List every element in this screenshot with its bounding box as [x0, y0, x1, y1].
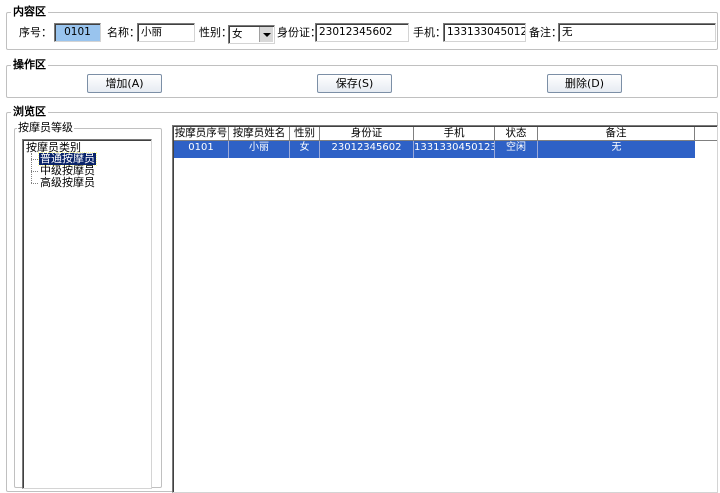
phone-field[interactable]: 1331330450123: [443, 23, 526, 42]
save-button[interactable]: 保存(S): [317, 74, 392, 93]
content-section-title: 内容区: [11, 5, 48, 19]
name-label: 名称：: [107, 26, 140, 39]
column-header-name[interactable]: 按摩员姓名: [229, 127, 290, 141]
column-header-status[interactable]: 状态: [495, 127, 538, 141]
table-cell-status: 空闲: [495, 141, 538, 158]
table-cell-name: 小丽: [229, 141, 290, 158]
table-row[interactable]: 0101 小丽 女 23012345602 1331330450123 空闲 无: [174, 141, 695, 158]
gender-select[interactable]: 女: [228, 25, 275, 44]
browse-section-title: 浏览区: [11, 105, 48, 119]
idcard-field[interactable]: 23012345602: [315, 23, 409, 42]
column-header-seq[interactable]: 按摩员序号: [174, 127, 229, 141]
tree-connector-line: [31, 171, 38, 172]
column-header-filler: [695, 127, 717, 141]
table-cell-seq: 0101: [174, 141, 229, 158]
level-group: 按摩员等级 按摩员类别 普通按摩员 中级按摩员 高级按摩员: [14, 121, 162, 489]
content-section: 内容区 序号： 0101 名称： 小丽 性别： 女 身份证： 230123456…: [6, 5, 718, 50]
level-group-title: 按摩员等级: [17, 121, 74, 135]
category-tree[interactable]: 按摩员类别 普通按摩员 中级按摩员 高级按摩员: [22, 139, 152, 489]
gender-select-value: 女: [232, 28, 243, 40]
seq-field[interactable]: 0101: [54, 23, 101, 42]
browse-section: 浏览区 按摩员等级 按摩员类别 普通按摩员 中级按摩员 高级按摩员 按摩员序号 …: [6, 105, 718, 493]
name-field[interactable]: 小丽: [137, 23, 195, 42]
column-header-phone[interactable]: 手机: [414, 127, 495, 141]
operation-section: 操作区 增加(A) 保存(S) 删除(D): [6, 58, 718, 98]
delete-button[interactable]: 删除(D): [547, 74, 622, 93]
column-header-remark[interactable]: 备注: [538, 127, 695, 141]
column-header-idcard[interactable]: 身份证: [320, 127, 414, 141]
tree-item-senior[interactable]: 高级按摩员: [39, 177, 96, 189]
table-cell-idcard: 23012345602: [320, 141, 414, 158]
tree-connector-line: [31, 183, 38, 184]
seq-label: 序号：: [19, 26, 52, 39]
add-button[interactable]: 增加(A): [87, 74, 162, 93]
table-cell-gender: 女: [290, 141, 320, 158]
masseur-table[interactable]: 按摩员序号 按摩员姓名 性别 身份证 手机 状态 备注 0101 小丽 女 23…: [172, 125, 718, 493]
tree-connector-line: [31, 159, 38, 160]
table-cell-phone: 1331330450123: [414, 141, 495, 158]
chevron-down-icon[interactable]: [259, 27, 273, 42]
table-cell-remark: 无: [611, 142, 622, 153]
operation-section-title: 操作区: [11, 58, 48, 72]
tree-connector-line: [31, 153, 32, 183]
phone-label: 手机：: [413, 26, 446, 39]
column-header-gender[interactable]: 性别: [290, 127, 320, 141]
remark-field[interactable]: 无: [558, 23, 716, 42]
